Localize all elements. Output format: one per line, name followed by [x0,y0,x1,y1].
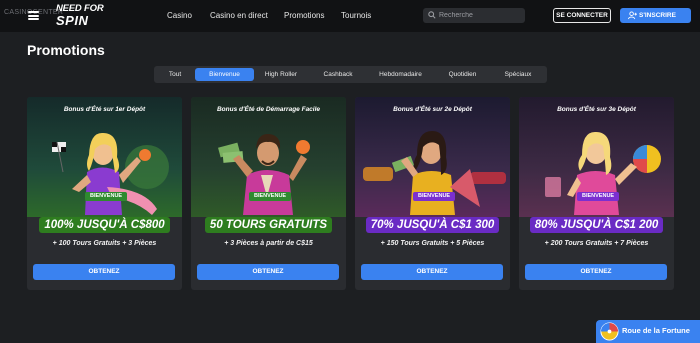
bonus-extras: + 3 Pièces à partir de C$15 [224,240,313,247]
tab-welcome[interactable]: Bienvenue [195,68,254,81]
menu-icon[interactable] [28,11,39,20]
bonus-title: Bonus d'Été sur 1er Dépôt [63,106,146,113]
logo-line-2: SPIN [56,12,89,28]
tab-all[interactable]: Tout [160,68,190,81]
site-logo[interactable]: NEED FOR SPIN [56,4,114,27]
promo-card-1: BIENVENUE Bonus d'Été sur 1er Dépôt 100%… [27,97,182,290]
signup-label: S'INSCRIRE [639,12,676,19]
search-box[interactable] [423,8,525,23]
user-plus-icon [628,11,637,20]
claim-button[interactable]: OBTENEZ [197,264,339,280]
bonus-title: Bonus d'Été sur 2e Dépôt [393,106,472,113]
tab-high-roller[interactable]: High Roller [258,68,304,81]
tab-daily[interactable]: Quotidien [441,68,484,81]
bonus-headline: 80% JUSQU'À C$1 200 [519,217,674,233]
badge-welcome: BIENVENUE [85,192,128,201]
bonus-extras: + 100 Tours Gratuits + 3 Pièces [52,240,157,247]
claim-button[interactable]: OBTENEZ [361,264,503,280]
signup-button[interactable]: S'INSCRIRE [620,8,691,23]
fortune-wheel-icon [600,322,619,341]
tab-cashback[interactable]: Cashback [317,68,359,81]
claim-button[interactable]: OBTENEZ [33,264,175,280]
bonus-title: Bonus d'Été sur 3e Dépôt [557,106,636,113]
bonus-title: Bonus d'Été de Démarrage Facile [216,106,321,113]
promo-card-2: BIENVENUE Bonus d'Été de Démarrage Facil… [191,97,346,290]
wheel-of-fortune-button[interactable]: Roue de la Fortune [596,320,700,343]
promo-card-3: BIENVENUE Bonus d'Été sur 2e Dépôt 70% J… [355,97,510,290]
badge-welcome: BIENVENUE [577,192,620,201]
search-icon [428,11,436,19]
wheel-label: Roue de la Fortune [622,326,690,335]
bonus-headline: 70% JUSQU'À C$1 300 [355,217,510,233]
nav-tournaments[interactable]: Tournois [341,11,371,20]
promo-tabs: Tout Bienvenue High Roller Cashback Hebd… [154,66,547,83]
search-input[interactable] [439,8,519,23]
badge-welcome: BIENVENUE [413,192,456,201]
promo-card-4: BIENVENUE Bonus d'Été sur 3e Dépôt 80% J… [519,97,674,290]
tab-special[interactable]: Spéciaux [496,68,540,81]
top-header: CASINOCENTER NEED FOR SPIN Casino Casino… [0,0,700,32]
claim-button[interactable]: OBTENEZ [525,264,667,280]
nav-live-casino[interactable]: Casino en direct [210,11,268,20]
page-title: Promotions [27,42,105,58]
nav-casino[interactable]: Casino [167,11,192,20]
bonus-headline: 50 TOURS GRATUITS [191,217,346,233]
bonus-extras: + 200 Tours Gratuits + 7 Pièces [544,240,649,247]
bonus-extras: + 150 Tours Gratuits + 5 Pièces [380,240,485,247]
nav-promotions[interactable]: Promotions [284,11,324,20]
bonus-headline: 100% JUSQU'À C$800 [27,217,182,233]
login-button[interactable]: SE CONNECTER [553,8,611,23]
badge-welcome: BIENVENUE [249,192,292,201]
tab-weekly[interactable]: Hebdomadaire [374,68,427,81]
